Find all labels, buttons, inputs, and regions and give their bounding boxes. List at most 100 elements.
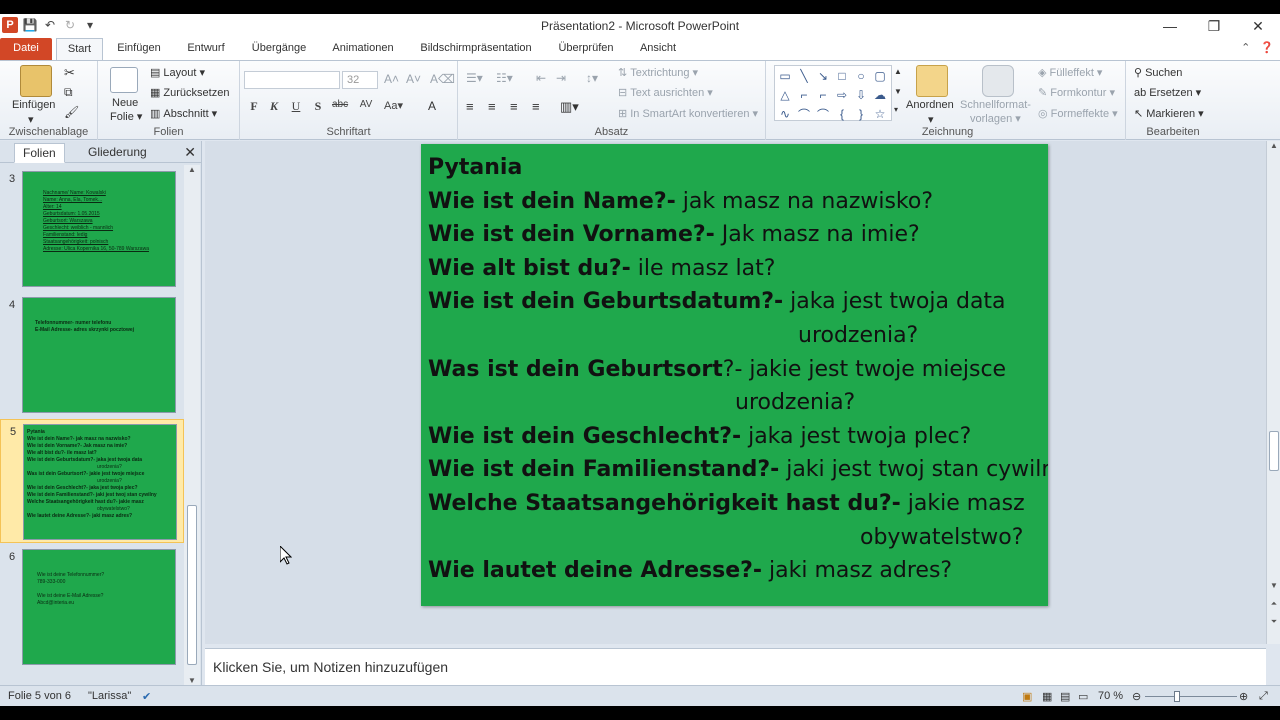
tab-slides[interactable]: Folien (14, 143, 65, 163)
select-button[interactable]: ↖ Markieren ▾ (1134, 107, 1204, 121)
copy-icon[interactable]: ⧉ (64, 85, 73, 100)
bullets-icon[interactable]: ☰▾ (466, 71, 483, 85)
slide-thumbnail[interactable]: Telefonnummer- numer telefonu E-Mail Adre… (22, 297, 176, 413)
slide-text-line[interactable]: Welche Staatsangehörigkeit hast du?- jak… (428, 490, 1025, 518)
current-slide[interactable]: Pytania Wie ist dein Name?- jak masz na n… (421, 144, 1048, 606)
slide-text-line[interactable]: Pytania (428, 154, 522, 182)
down-arrow-shape-icon[interactable]: ⇩ (852, 86, 870, 104)
justify-icon[interactable]: ≡ (532, 99, 540, 114)
rectangle-shape-icon[interactable]: □ (833, 67, 851, 85)
paste-icon[interactable] (20, 65, 52, 97)
scroll-down-icon[interactable]: ▼ (1267, 581, 1280, 590)
shape-outline-button[interactable]: ✎ Formkontur ▾ (1038, 86, 1115, 100)
textbox-shape-icon[interactable]: ▭ (776, 67, 794, 85)
align-center-icon[interactable]: ≡ (488, 99, 496, 114)
previous-slide-icon[interactable]: ⏶ (1267, 599, 1280, 609)
minimize-button[interactable]: — (1148, 14, 1192, 38)
star-shape-icon[interactable]: ☆ (871, 105, 889, 123)
spacing-icon[interactable]: AV (358, 99, 374, 110)
gallery-scroll-down-icon[interactable]: ▼ (894, 87, 902, 96)
normal-view-icon[interactable]: ▣ (1022, 690, 1032, 703)
replace-button[interactable]: ab Ersetzen ▾ (1134, 86, 1201, 100)
rounded-rect-shape-icon[interactable]: ▢ (871, 67, 889, 85)
slide-text-line[interactable]: obywatelstwo? (860, 524, 1023, 552)
grow-font-icon[interactable]: A˄ (384, 72, 399, 86)
tab-start[interactable]: Start (56, 38, 103, 60)
connector-shape-icon[interactable]: ⌐ (814, 86, 832, 104)
right-brace-icon[interactable]: } (852, 105, 870, 123)
tab-outline[interactable]: Gliederung (80, 143, 155, 163)
new-slide-button[interactable]: Neue (112, 97, 138, 109)
slide-text-line[interactable]: Wie ist dein Geburtsdatum?- jaka jest tw… (428, 288, 1006, 316)
columns-icon[interactable]: ▥▾ (560, 99, 579, 115)
scroll-down-icon[interactable]: ▼ (184, 676, 200, 685)
reset-button[interactable]: ▦ Zurücksetzen (150, 86, 229, 100)
arc-shape-icon[interactable]: ⌒ (814, 105, 832, 123)
arrow-line-shape-icon[interactable]: ↘ (814, 67, 832, 85)
slide-thumbnail-row[interactable]: 6 Wie ist deine Telefonnummer? 789-333-000… (0, 545, 184, 669)
zoom-level[interactable]: 70 % (1098, 690, 1123, 702)
tab-transitions[interactable]: Übergänge (244, 38, 314, 60)
slide-thumbnail-row[interactable]: 5 Pytania Wie ist dein Name?- jak masz na … (0, 419, 184, 543)
maximize-button[interactable]: ❐ (1192, 14, 1236, 38)
section-button[interactable]: ▥ Abschnitt ▾ (150, 107, 217, 121)
slide-text-line[interactable]: Wie ist dein Familienstand?- jaki jest t… (428, 456, 1048, 484)
slide-text-line[interactable]: Wie ist dein Geschlecht?- jaka jest twoj… (428, 423, 971, 451)
increase-indent-icon[interactable]: ⇥ (556, 71, 566, 85)
left-brace-icon[interactable]: { (833, 105, 851, 123)
text-direction-button[interactable]: ⇅ Textrichtung ▾ (618, 66, 698, 80)
find-button[interactable]: ⚲ Suchen (1134, 66, 1182, 80)
slide-text-line[interactable]: urodzenia? (735, 389, 855, 417)
curve-shape-icon[interactable]: ⌒ (795, 105, 813, 123)
underline-icon[interactable]: U (288, 99, 304, 114)
pane-scrollbar[interactable]: ▲ ▼ (184, 165, 200, 685)
decrease-indent-icon[interactable]: ⇤ (536, 71, 546, 85)
line-shape-icon[interactable]: ╲ (795, 67, 813, 85)
shape-effects-button[interactable]: ◎ Formeffekte ▾ (1038, 107, 1118, 121)
right-arrow-shape-icon[interactable]: ⇨ (833, 86, 851, 104)
slide-text-line[interactable]: urodzenia? (798, 322, 918, 350)
tab-design[interactable]: Entwurf (180, 38, 232, 60)
zoom-slider-handle[interactable] (1174, 691, 1180, 702)
paste-dropdown-icon[interactable]: ▾ (28, 113, 34, 126)
cloud-shape-icon[interactable]: ☁ (871, 86, 889, 104)
scroll-up-icon[interactable]: ▲ (184, 165, 200, 174)
align-left-icon[interactable]: ≡ (466, 99, 474, 114)
slide-text-line[interactable]: Wie alt bist du?- ile masz lat? (428, 255, 775, 283)
close-pane-icon[interactable]: ✕ (184, 144, 196, 161)
gallery-more-icon[interactable]: ▾ (894, 105, 898, 114)
line-spacing-icon[interactable]: ↕▾ (586, 71, 598, 85)
slide-text-line[interactable]: Was ist dein Geburtsort?- jakie jest two… (428, 356, 1006, 384)
font-size-dropdown[interactable]: 32 (342, 71, 378, 89)
align-text-button[interactable]: ⊟ Text ausrichten ▾ (618, 86, 713, 100)
align-right-icon[interactable]: ≡ (510, 99, 518, 114)
numbering-icon[interactable]: ☷▾ (496, 71, 513, 85)
tab-animations[interactable]: Animationen (326, 38, 400, 60)
slide-thumbnail-row[interactable]: 4 Telefonnummer- numer telefonu E-Mail Adr… (0, 293, 184, 417)
slide-text-line[interactable]: Wie ist dein Name?- jak masz na nazwisko… (428, 188, 933, 216)
new-slide-button-line2[interactable]: Folie ▾ (110, 110, 142, 124)
shrink-font-icon[interactable]: A˅ (406, 72, 421, 86)
slide-text-line[interactable]: Wie lautet deine Adresse?- jaki masz adr… (428, 557, 952, 585)
quick-styles-icon[interactable] (982, 65, 1014, 97)
fit-to-window-icon[interactable]: ⤢ (1259, 690, 1268, 703)
font-name-dropdown[interactable] (244, 71, 340, 89)
slide-thumbnail[interactable]: Wie ist deine Telefonnummer? 789-333-000 … (22, 549, 176, 665)
font-color-icon[interactable]: A (424, 99, 440, 113)
zoom-slider[interactable] (1145, 696, 1237, 697)
format-painter-icon[interactable]: 🖌 (64, 105, 79, 119)
italic-icon[interactable]: K (266, 99, 282, 114)
shadow-icon[interactable]: S (310, 99, 326, 114)
close-button[interactable]: ✕ (1236, 14, 1280, 38)
tab-file[interactable]: Datei (0, 38, 52, 60)
bold-icon[interactable]: F (246, 99, 262, 114)
quick-styles-button-line2[interactable]: vorlagen ▾ (970, 112, 1021, 126)
help-icon[interactable]: ❓ (1260, 41, 1274, 54)
next-slide-icon[interactable]: ⏷ (1267, 617, 1280, 627)
slideshow-view-icon[interactable]: ▭ (1078, 690, 1088, 703)
slide-sorter-icon[interactable]: ▦ (1042, 690, 1052, 703)
spellcheck-icon[interactable]: ✔ (142, 690, 151, 703)
slide-scrollbar[interactable]: ▲ ▼ ⏶ ⏷ (1266, 141, 1280, 644)
elbow-connector-icon[interactable]: ⌐ (795, 86, 813, 104)
zoom-out-icon[interactable]: ⊖ (1132, 690, 1141, 703)
